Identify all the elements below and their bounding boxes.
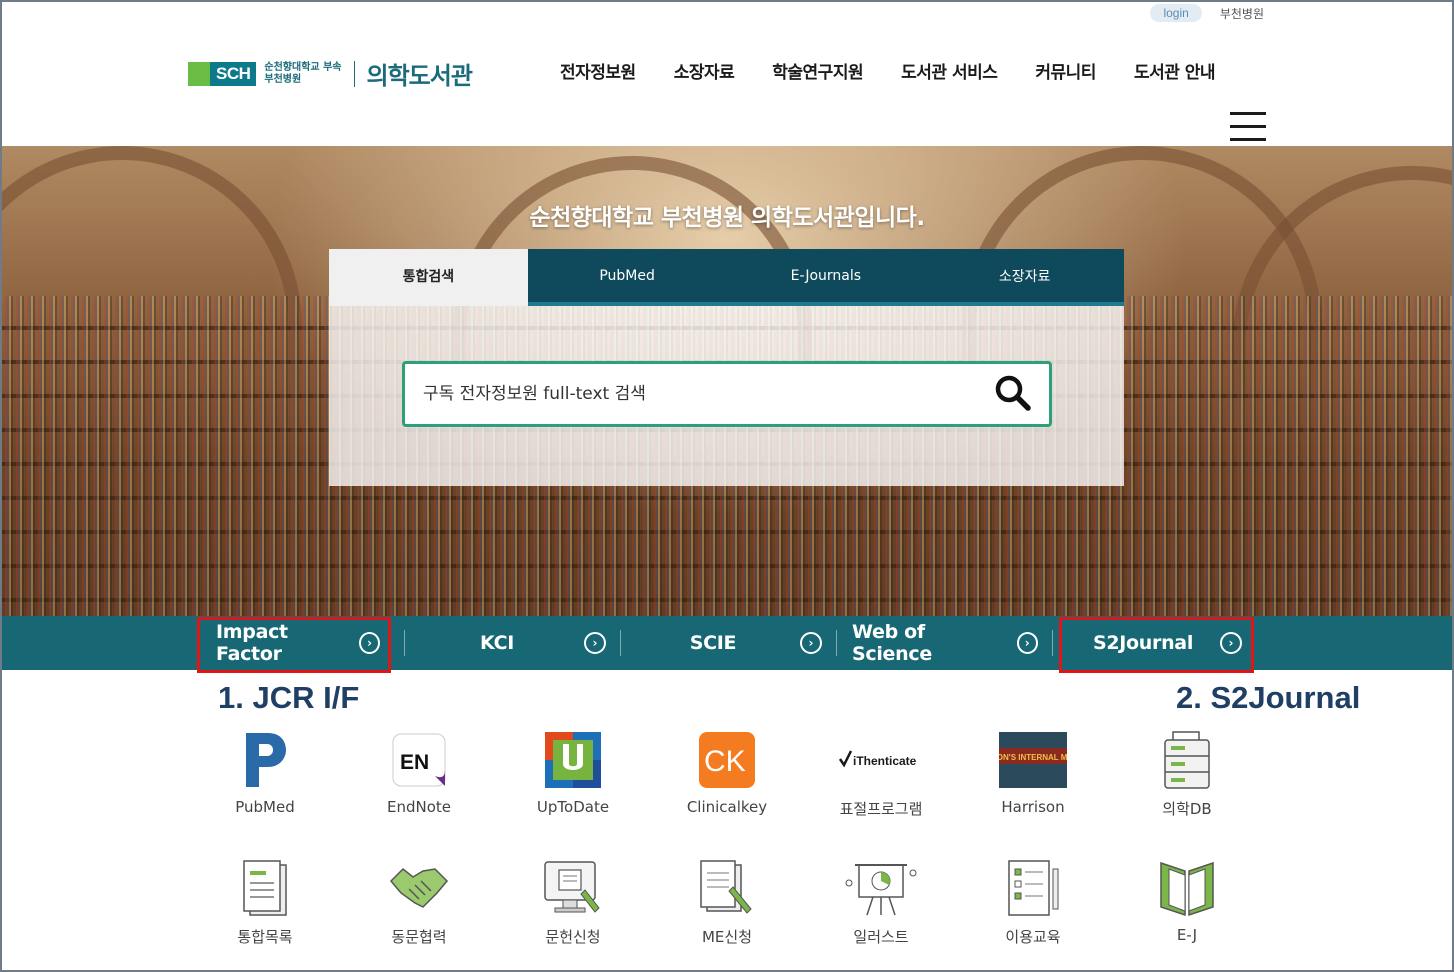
quickitem-label: E-J [1176,926,1198,944]
quickitem-label: PubMed [235,798,295,816]
nav-item-library-service[interactable]: 도서관 서비스 [901,58,998,83]
clinicalkey-icon: CK [699,732,755,788]
highlight-box-impact-factor [197,617,391,673]
quickitem-label: 동문협력 [391,928,447,946]
chevron-right-circle-icon: › [584,632,606,654]
hero-title: 순천향대학교 부천병원 의학도서관입니다. [529,205,925,231]
logo-title: 의학도서관 [366,62,473,90]
quickitem-label: 이용교육 [1005,928,1061,946]
search-icon [995,375,1031,411]
chevron-right-circle-icon: › [1016,632,1038,654]
nav-item-e-resources[interactable]: 전자정보원 [560,58,636,83]
search-button[interactable] [993,374,1033,414]
quicklink-label: Web of Science [852,621,932,665]
quickitem-label: 통합목록 [237,928,293,946]
search-field [402,361,1052,427]
ithenticate-icon: iThenticate [838,750,917,768]
ejournal-book-icon [1160,861,1214,917]
ithenticate-logo-text: iThenticate [853,754,917,768]
quickitem-label: UpToDate [536,798,610,816]
illustration-icon [845,864,917,916]
me-request-icon [700,860,752,914]
endnote-icon: EN [392,733,446,787]
quickitem-label: 의학DB [1162,800,1212,818]
search-tabs: 통합검색 PubMed E-Journals 소장자료 [329,249,1124,306]
quickitem-harrison[interactable]: HARRISON'S INTERNAL MEDICINE Harrison [968,730,1098,816]
utility-bar: login 부천병원 [1150,4,1264,22]
quicklink-label: SCIE [689,632,737,654]
library-logo[interactable]: SCH 순천향대학교 부속 부천병원 의학도서관 [188,56,473,91]
tab-e-journals[interactable]: E-Journals [726,249,926,306]
main-nav: 전자정보원 소장자료 학술연구지원 도서관 서비스 커뮤니티 도서관 안내 [560,58,1216,83]
quickitem-illustration[interactable]: 일러스트 [816,858,946,947]
quickitem-label: 일러스트 [853,928,909,946]
quickitem-ej[interactable]: E-J [1122,858,1252,944]
search-input[interactable] [423,384,963,404]
quickitem-label: 표절프로그램 [839,800,923,818]
quickitem-label: Harrison [1001,798,1065,816]
login-button[interactable]: login [1150,4,1202,22]
harrison-icon: HARRISON'S INTERNAL MEDICINE [999,732,1067,788]
quickitem-plagiarism-check[interactable]: iThenticate 표절프로그램 [816,730,946,819]
quickitem-endnote[interactable]: EN EndNote [354,730,484,816]
document-request-icon [544,861,600,913]
nav-item-holdings[interactable]: 소장자료 [674,58,735,83]
quickitem-union-catalog[interactable]: 통합목록 [200,858,330,947]
quicklink-kci[interactable]: KCI › [406,616,618,670]
quickitem-clinicalkey[interactable]: CK Clinicalkey [662,730,792,816]
quickitem-document-request[interactable]: 문헌신청 [508,858,638,947]
quickitem-alumni-cooperation[interactable]: 동문협력 [354,858,484,947]
annotation-s2journal: 2. S2Journal [1176,680,1361,715]
database-icon [1164,731,1210,789]
nav-item-library-info[interactable]: 도서관 안내 [1134,58,1216,83]
chevron-right-circle-icon: › [800,632,822,654]
pubmed-icon [246,733,286,787]
annotation-jcr: 1. JCR I/F [218,680,360,715]
tab-holdings[interactable]: 소장자료 [925,249,1124,306]
quicklink-web-of-science[interactable]: Web of Science › [838,616,1050,670]
logo-sub-line2: 부천병원 [264,73,302,85]
hospital-link[interactable]: 부천병원 [1220,5,1264,22]
quickitem-medical-db[interactable]: 의학DB [1122,730,1252,819]
quicklink-scie[interactable]: SCIE › [622,616,834,670]
harrison-logo-text: HARRISON'S INTERNAL MEDICINE [999,753,1067,762]
quickitem-pubmed[interactable]: PubMed [200,730,330,816]
quicklink-label: KCI [480,632,514,654]
quickitem-me-request[interactable]: ME신청 [662,858,792,947]
highlight-box-s2journal [1059,617,1254,673]
tab-pubmed[interactable]: PubMed [527,249,727,306]
quickitem-education[interactable]: 이용교육 [968,858,1098,947]
quickitem-label: EndNote [386,798,451,816]
quickitem-uptodate[interactable]: UpToDate [508,730,638,816]
nav-item-community[interactable]: 커뮤니티 [1035,58,1096,83]
hero-banner: 순천향대학교 부천병원 의학도서관입니다. 통합검색 PubMed E-Jour… [2,146,1452,670]
education-icon [1008,860,1059,916]
quickitem-label: 문헌신청 [545,928,601,946]
logo-subtitle: 순천향대학교 부속 부천병원 [264,62,341,86]
sch-logo-mark: SCH [188,61,257,87]
tab-integrated-search[interactable]: 통합검색 [329,249,528,306]
search-panel: 통합검색 PubMed E-Journals 소장자료 [329,249,1124,486]
svg-text:CK: CK [704,745,746,778]
uptodate-icon [545,732,601,788]
quickitem-label: ME신청 [701,928,753,946]
nav-item-research-support[interactable]: 학술연구지원 [772,58,863,83]
handshake-icon [389,867,449,908]
hamburger-menu-icon[interactable] [1230,112,1266,141]
logo-sub-line1: 순천향대학교 부속 [264,61,342,73]
catalog-icon [243,860,287,916]
quickitem-label: Clinicalkey [686,798,768,816]
svg-text:EN: EN [400,751,429,774]
sch-logo-text: SCH [210,61,257,86]
